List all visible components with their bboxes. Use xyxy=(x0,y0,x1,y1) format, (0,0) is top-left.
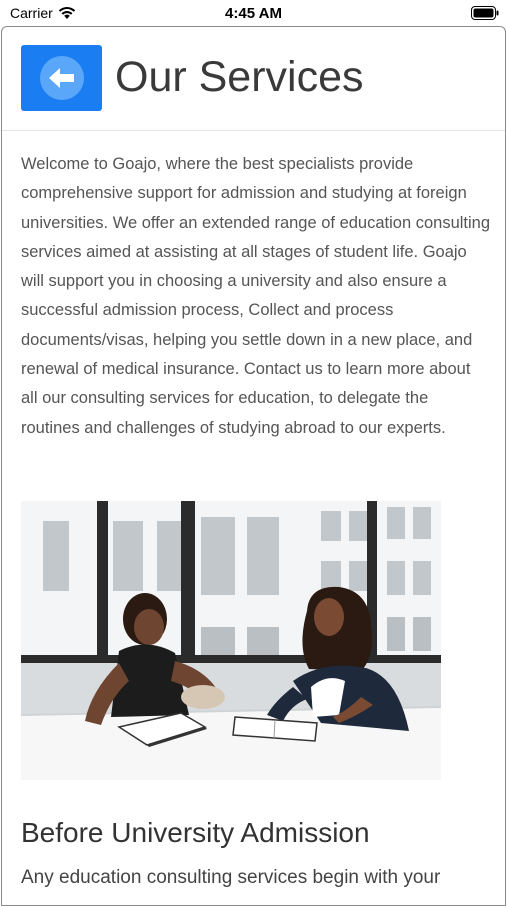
consultation-photo xyxy=(21,501,441,780)
section-title: Before University Admission xyxy=(21,817,370,848)
page-header: Our Services xyxy=(2,27,505,131)
intro-paragraph: Welcome to Goajo, where the best special… xyxy=(21,155,491,437)
status-time: 4:45 AM xyxy=(225,5,282,22)
section-paragraph: Any education consulting services begin … xyxy=(21,867,441,888)
arrow-left-icon xyxy=(48,68,74,88)
two-women-meeting-image xyxy=(21,501,441,780)
back-button-circle xyxy=(39,56,84,100)
battery-icon xyxy=(471,6,499,20)
back-button[interactable] xyxy=(21,45,102,111)
content-card: Our Services Welcome to Goajo, where the… xyxy=(1,26,506,906)
page-title: Our Services xyxy=(115,53,364,101)
status-bar: Carrier 4:45 AM xyxy=(0,0,507,26)
